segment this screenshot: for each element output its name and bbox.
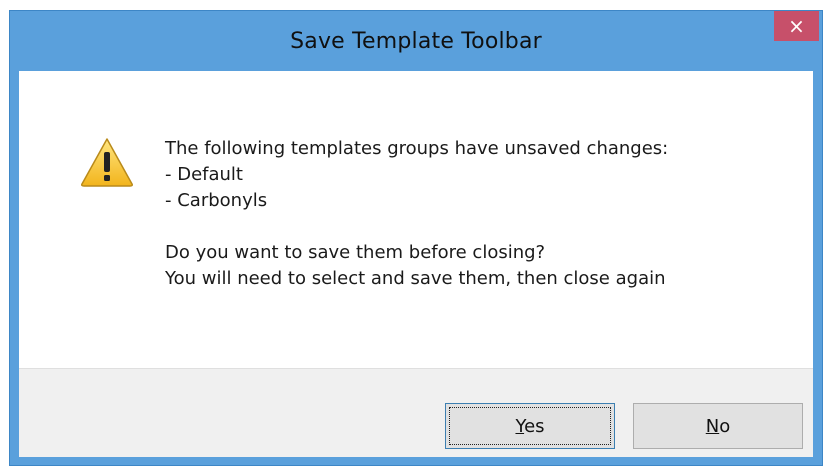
message-line: The following templates groups have unsa… <box>165 138 669 159</box>
close-button[interactable]: × <box>774 11 819 41</box>
close-icon: × <box>788 14 805 38</box>
title-bar[interactable]: Save Template Toolbar × <box>10 11 822 71</box>
dialog-window: Save Template Toolbar × The following te… <box>9 10 823 466</box>
dialog-title: Save Template Toolbar <box>290 29 542 54</box>
message-spacer <box>165 214 668 240</box>
message-line: - Default <box>165 164 243 185</box>
dialog-client-area: The following templates groups have unsa… <box>19 71 813 457</box>
yes-button[interactable]: Yes <box>445 403 615 449</box>
no-button[interactable]: No <box>633 403 803 449</box>
yes-button-label: Yes <box>515 415 545 437</box>
message-line: Do you want to save them before closing? <box>165 242 546 263</box>
dialog-content: The following templates groups have unsa… <box>19 71 813 366</box>
message-line: You will need to select and save them, t… <box>165 268 666 289</box>
dialog-message: The following templates groups have unsa… <box>165 136 668 292</box>
dialog-button-bar: Yes No <box>19 368 813 457</box>
message-line: - Carbonyls <box>165 190 268 211</box>
warning-icon <box>81 138 133 187</box>
no-button-label: No <box>705 415 731 437</box>
